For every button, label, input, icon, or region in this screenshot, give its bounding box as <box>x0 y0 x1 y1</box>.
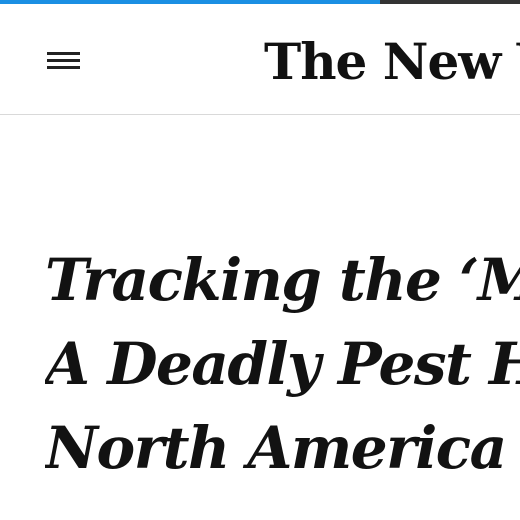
headline-line-2: A Deadly Pest Ha <box>45 330 520 398</box>
article-page: The New Yo Tracking the ‘Mu A Deadly Pes… <box>0 0 520 520</box>
headline-line-1: Tracking the ‘Mu <box>45 246 520 314</box>
masthead-logo[interactable]: The New Yo <box>264 30 520 94</box>
article-headline: Tracking the ‘Mu A Deadly Pest Ha North … <box>45 238 520 490</box>
menu-button[interactable] <box>40 40 86 80</box>
headline-line-3: North America <box>45 414 507 482</box>
site-header: The New Yo <box>0 4 520 115</box>
hamburger-menu-icon <box>40 40 86 80</box>
